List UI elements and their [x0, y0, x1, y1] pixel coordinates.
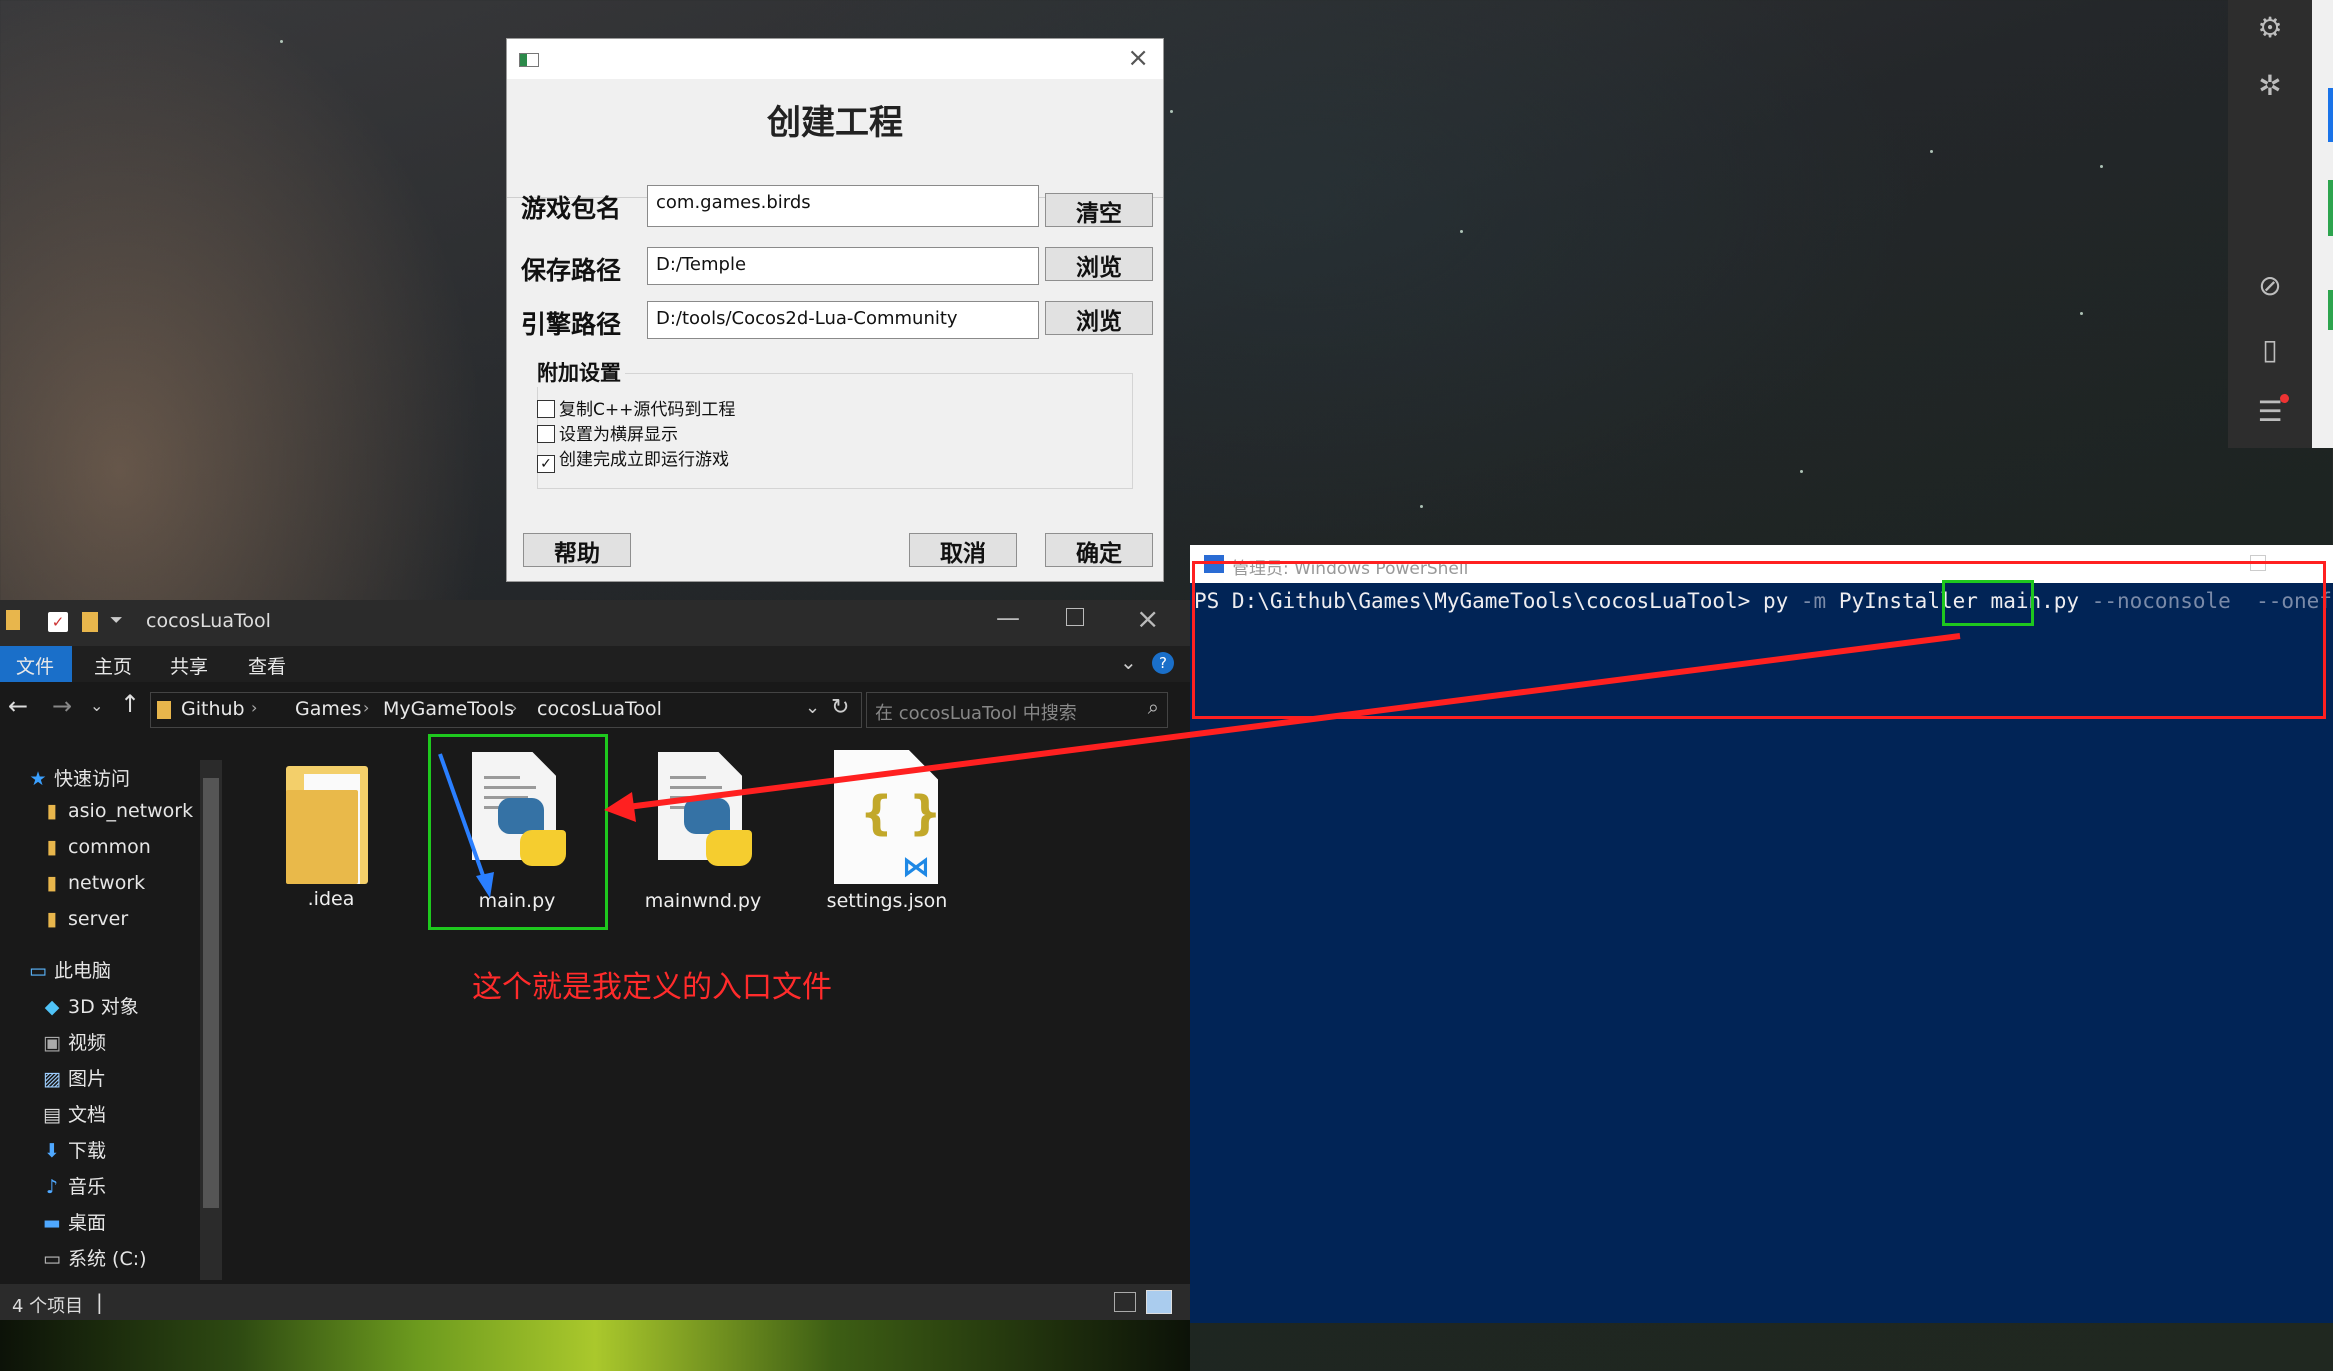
arrow-head-icon [604, 792, 636, 822]
annotation-arrows [438, 633, 1961, 898]
annotation-red-arrow [619, 633, 1961, 811]
arrow-head-icon [476, 872, 494, 898]
annotation-blue-arrow [438, 753, 488, 885]
annotation-text: 这个就是我定义的入口文件 [472, 970, 832, 1005]
